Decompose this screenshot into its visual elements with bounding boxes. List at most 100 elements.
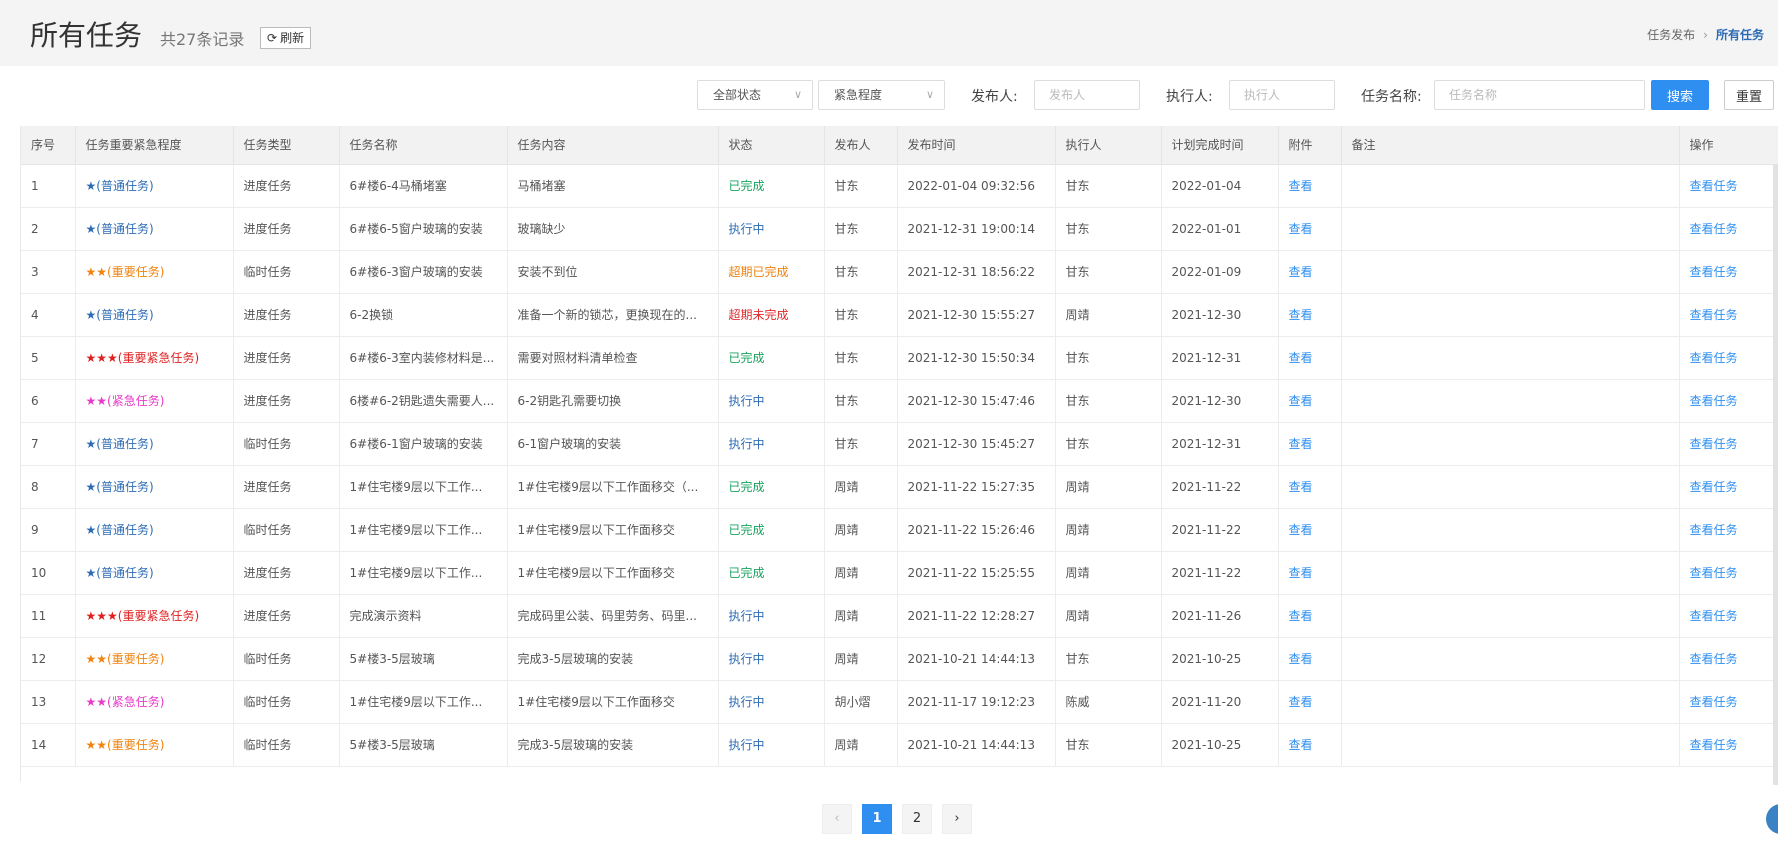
publish-time-cell: 2022-01-04 09:32:56 [897,164,1056,208]
page-1-button[interactable]: 1 [862,804,892,834]
next-page-button[interactable]: › [942,804,972,834]
urgency-select-value: 紧急程度 [834,88,883,102]
priority-cell: ★★(重要任务) [75,637,234,681]
remark-cell [1341,637,1680,681]
view-attachment-link[interactable]: 查看 [1278,293,1342,337]
table-scrollbar[interactable] [1773,165,1778,785]
executor-cell: 甘东 [1055,723,1162,767]
publish-time-cell: 2021-11-22 12:28:27 [897,594,1056,638]
task-table-container: 序号 任务重要紧急程度 任务类型 任务名称 任务内容 状态 发布人 发布时间 执行人 计划完成时间… [20,126,1778,782]
remark-cell [1341,207,1680,251]
due-date-cell: 2022-01-01 [1161,207,1279,251]
publish-time-cell: 2021-11-22 15:27:35 [897,465,1056,509]
column-header: 发布人 [824,126,898,165]
view-task-link[interactable]: 查看任务 [1679,465,1778,509]
task-content-cell: 1#住宅楼9层以下工作面移交（... [507,465,719,509]
due-date-cell: 2021-11-26 [1161,594,1279,638]
publisher-cell: 周靖 [824,551,898,595]
reset-button[interactable]: 重置 [1724,80,1774,110]
page-2-button[interactable]: 2 [902,804,932,834]
view-attachment-link[interactable]: 查看 [1278,250,1342,294]
task-name-input[interactable] [1434,80,1645,110]
view-attachment-link[interactable]: 查看 [1278,379,1342,423]
status-cell: 执行中 [718,723,825,767]
task-type-cell: 临时任务 [233,250,340,294]
column-header: 执行人 [1055,126,1162,165]
status-select-value: 全部状态 [713,88,762,102]
search-button[interactable]: 搜索 [1651,80,1709,110]
task-content-cell: 1#住宅楼9层以下工作面移交 [507,680,719,724]
view-attachment-link[interactable]: 查看 [1278,723,1342,767]
executor-cell: 甘东 [1055,422,1162,466]
view-task-link[interactable]: 查看任务 [1679,164,1778,208]
executor-input[interactable] [1229,80,1335,110]
status-select[interactable]: 全部状态 ∨ [697,80,813,110]
view-attachment-link[interactable]: 查看 [1278,551,1342,595]
view-attachment-link[interactable]: 查看 [1278,465,1342,509]
pagination: ‹ 1 2 › [822,804,972,834]
row-number: 7 [21,422,76,466]
view-attachment-link[interactable]: 查看 [1278,336,1342,380]
table-row: 12 ★★(重要任务) 临时任务 5#楼3-5层玻璃 完成3-5层玻璃的安装 执行中 周靖 2… [21,637,1778,681]
task-type-cell: 进度任务 [233,293,340,337]
task-type-cell: 进度任务 [233,164,340,208]
task-name-cell: 6#楼6-5窗户玻璃的安装 [339,207,508,251]
status-cell: 超期未完成 [718,293,825,337]
task-type-cell: 临时任务 [233,680,340,724]
view-task-link[interactable]: 查看任务 [1679,551,1778,595]
row-number: 3 [21,250,76,294]
remark-cell [1341,723,1680,767]
view-attachment-link[interactable]: 查看 [1278,422,1342,466]
column-header: 任务重要紧急程度 [75,126,234,165]
status-cell: 执行中 [718,680,825,724]
status-cell: 超期已完成 [718,250,825,294]
view-attachment-link[interactable]: 查看 [1278,508,1342,552]
due-date-cell: 2021-12-31 [1161,422,1279,466]
view-task-link[interactable]: 查看任务 [1679,508,1778,552]
view-task-link[interactable]: 查看任务 [1679,723,1778,767]
view-task-link[interactable]: 查看任务 [1679,336,1778,380]
view-task-link[interactable]: 查看任务 [1679,422,1778,466]
publish-time-cell: 2021-11-22 15:25:55 [897,551,1056,595]
urgency-select[interactable]: 紧急程度 ∨ [818,80,945,110]
executor-cell: 周靖 [1055,465,1162,509]
table-row: 8 ★(普通任务) 进度任务 1#住宅楼9层以下工作... 1#住宅楼9层以下工作面移交… [21,465,1778,509]
priority-cell: ★★(紧急任务) [75,680,234,724]
publisher-input[interactable] [1034,80,1140,110]
view-attachment-link[interactable]: 查看 [1278,680,1342,724]
task-name-cell: 1#住宅楼9层以下工作... [339,508,508,552]
view-attachment-link[interactable]: 查看 [1278,637,1342,681]
view-task-link[interactable]: 查看任务 [1679,637,1778,681]
table-row: 1 ★(普通任务) 进度任务 6#楼6-4马桶堵塞 马桶堵塞 已完成 甘东 2022-01-0… [21,164,1778,208]
row-number: 14 [21,723,76,767]
row-number: 13 [21,680,76,724]
task-name-cell: 1#住宅楼9层以下工作... [339,465,508,509]
view-task-link[interactable]: 查看任务 [1679,250,1778,294]
status-cell: 已完成 [718,336,825,380]
view-attachment-link[interactable]: 查看 [1278,207,1342,251]
executor-cell: 甘东 [1055,250,1162,294]
view-attachment-link[interactable]: 查看 [1278,594,1342,638]
view-task-link[interactable]: 查看任务 [1679,379,1778,423]
remark-cell [1341,379,1680,423]
due-date-cell: 2022-01-04 [1161,164,1279,208]
status-cell: 已完成 [718,551,825,595]
prev-page-button[interactable]: ‹ [822,804,852,834]
view-attachment-link[interactable]: 查看 [1278,164,1342,208]
task-content-cell: 1#住宅楼9层以下工作面移交 [507,508,719,552]
publisher-cell: 周靖 [824,508,898,552]
view-task-link[interactable]: 查看任务 [1679,207,1778,251]
publish-time-cell: 2021-12-31 19:00:14 [897,207,1056,251]
view-task-link[interactable]: 查看任务 [1679,594,1778,638]
priority-cell: ★(普通任务) [75,207,234,251]
floating-action-button[interactable] [1766,804,1778,834]
column-header: 附件 [1278,126,1342,165]
status-cell: 执行中 [718,207,825,251]
refresh-button[interactable]: ⟳ 刷新 [260,27,312,49]
remark-cell [1341,336,1680,380]
page-title: 所有任务 [30,19,143,52]
view-task-link[interactable]: 查看任务 [1679,680,1778,724]
breadcrumb-item-publish[interactable]: 任务发布 [1647,26,1695,43]
row-number: 8 [21,465,76,509]
view-task-link[interactable]: 查看任务 [1679,293,1778,337]
